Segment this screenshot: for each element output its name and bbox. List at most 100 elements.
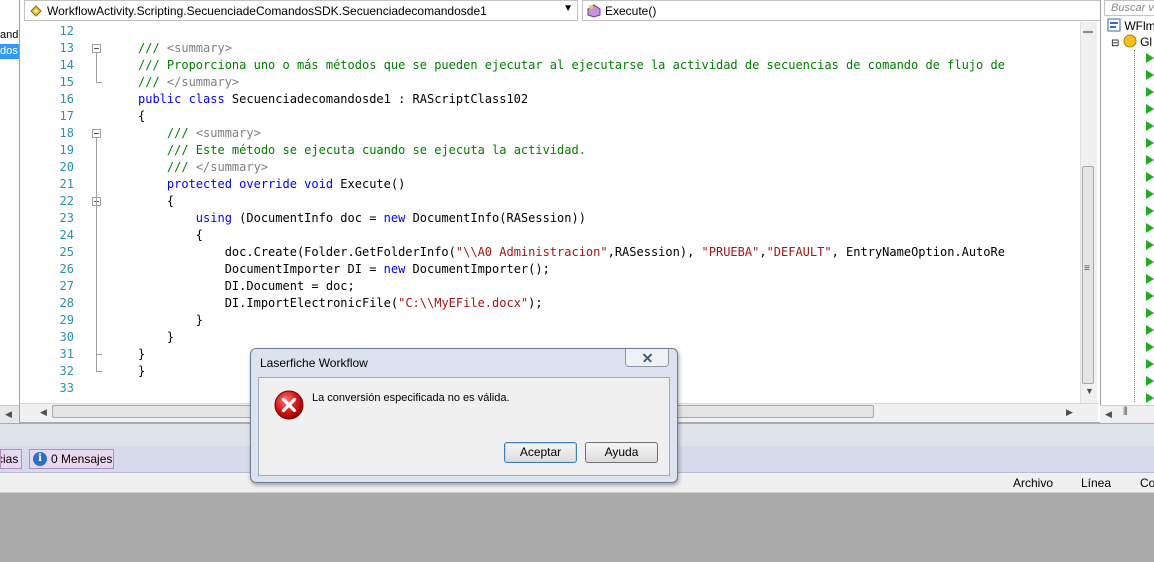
code-text: } (138, 363, 145, 380)
scroll-left-arrow-icon[interactable]: ◀ (1105, 409, 1112, 420)
code-text: /// Proporciona uno o más métodos que se… (138, 57, 1005, 74)
activity-play-icon[interactable] (1146, 155, 1154, 165)
collapse-icon[interactable] (92, 44, 101, 53)
warnings-tab[interactable]: cias (0, 449, 22, 469)
activity-play-icon[interactable] (1146, 376, 1154, 386)
collapse-icon[interactable] (92, 129, 101, 138)
code-line[interactable]: 15 /// </summary> (40, 74, 1100, 91)
code-line[interactable]: 25 doc.Create(Folder.GetFolderInfo("\\A0… (40, 244, 1100, 261)
line-number: 12 (59, 24, 74, 38)
left-panel: and dos (0, 0, 20, 422)
activity-play-icon[interactable] (1146, 342, 1154, 352)
class-icon (30, 5, 42, 17)
scroll-left-arrow-icon[interactable]: ◀ (5, 409, 12, 420)
code-token: { (138, 109, 146, 123)
scroll-right-arrow-icon[interactable]: ▶ (1066, 407, 1073, 418)
activity-play-icon[interactable] (1146, 359, 1154, 369)
class-selector[interactable]: WorkflowActivity.Scripting.SecuenciadeCo… (24, 0, 578, 21)
code-line[interactable]: 23 using (DocumentInfo doc = new Documen… (40, 210, 1100, 227)
line-number: 18 (59, 126, 74, 140)
code-area[interactable]: 12 13 /// <summary> 14 /// Proporciona uno o… (40, 22, 1100, 402)
code-token: /// (138, 41, 167, 55)
tree-root-label: WFlm (1124, 19, 1154, 33)
tree-node[interactable]: ⊟ Gl (1111, 34, 1152, 49)
code-token: /// (166, 126, 196, 140)
code-line[interactable]: 30 } (40, 329, 1100, 346)
collapse-icon[interactable]: ⊟ (1111, 38, 1119, 49)
code-line[interactable]: 12 (40, 23, 1100, 40)
code-text: /// <summary> (138, 125, 261, 142)
editor-vscroll-thumb[interactable]: ≡ (1082, 166, 1094, 384)
code-token: } (138, 330, 175, 344)
line-number: 14 (59, 58, 74, 72)
code-token: , EntryNameOption.AutoRe (831, 245, 1005, 259)
method-icon (587, 4, 601, 18)
left-panel-item-selected[interactable]: dos (0, 44, 19, 59)
code-line[interactable]: 20 /// </summary> (40, 159, 1100, 176)
code-token: using (195, 211, 240, 225)
code-text: public class Secuenciadecomandosde1 : RA… (138, 91, 528, 108)
activity-play-icon[interactable] (1146, 223, 1154, 233)
activity-play-icon[interactable] (1146, 240, 1154, 250)
messages-tab-label: 0 Mensajes (51, 452, 113, 466)
activity-play-icon[interactable] (1146, 104, 1154, 114)
code-token: </summary> (195, 160, 269, 174)
activity-play-icon[interactable] (1146, 274, 1154, 284)
line-number: 25 (59, 245, 74, 259)
code-line[interactable]: 18 /// <summary> (40, 125, 1100, 142)
left-panel-item[interactable]: and (0, 28, 18, 43)
activity-play-icon[interactable] (1146, 189, 1154, 199)
code-line[interactable]: 28 DI.ImportElectronicFile("C:\\MyEFile.… (40, 295, 1100, 312)
activity-play-icon[interactable] (1146, 138, 1154, 148)
activity-play-icon[interactable] (1146, 325, 1154, 335)
column-line[interactable]: Línea (1081, 476, 1111, 490)
code-line[interactable]: 26 DocumentImporter DI = new DocumentImp… (40, 261, 1100, 278)
warnings-tab-label: cias (1, 452, 19, 466)
line-number: 13 (59, 41, 74, 55)
code-line[interactable]: 13 /// <summary> (40, 40, 1100, 57)
activity-play-icon[interactable] (1146, 53, 1154, 63)
activity-play-icon[interactable] (1146, 70, 1154, 80)
chevron-down-icon[interactable]: ▼ (563, 3, 573, 14)
code-line[interactable]: 19 /// Este método se ejecuta cuando se … (40, 142, 1100, 159)
code-line[interactable]: 27 DI.Document = doc; (40, 278, 1100, 295)
toolbox-search-input[interactable]: Buscar v (1104, 0, 1154, 16)
code-token: DI.ImportElectronicFile( (138, 296, 399, 310)
code-line[interactable]: 21 protected override void Execute() (40, 176, 1100, 193)
activity-play-icon[interactable] (1146, 172, 1154, 182)
messages-tab[interactable]: i 0 Mensajes (29, 449, 114, 469)
activity-play-icon[interactable] (1146, 206, 1154, 216)
activity-play-icon[interactable] (1146, 291, 1154, 301)
code-text: { (138, 108, 145, 125)
code-line[interactable]: 29 } (40, 312, 1100, 329)
code-line[interactable]: 22 { (40, 193, 1100, 210)
left-panel-hscrollbar[interactable]: ◀ (0, 405, 19, 423)
activity-play-icon[interactable] (1146, 87, 1154, 97)
activity-play-icon[interactable] (1146, 393, 1154, 403)
method-selector[interactable]: Execute() ▼ (582, 0, 1118, 21)
help-button[interactable]: Ayuda (585, 442, 658, 463)
code-text: using (DocumentInfo doc = new DocumentIn… (138, 210, 586, 227)
scroll-left-arrow-icon[interactable]: ◀ (40, 407, 47, 418)
code-token: <summary> (166, 41, 232, 55)
splitter-icon[interactable] (1083, 23, 1093, 33)
ok-button[interactable]: Aceptar (504, 442, 577, 463)
code-line[interactable]: 17 { (40, 108, 1100, 125)
column-file[interactable]: Archivo (1013, 476, 1053, 490)
code-line[interactable]: 16 public class Secuenciadecomandosde1 : … (40, 91, 1100, 108)
scroll-down-arrow-icon[interactable]: ▼ (1085, 386, 1094, 396)
activity-play-icon[interactable] (1146, 308, 1154, 318)
activity-play-icon[interactable] (1146, 257, 1154, 267)
code-token: "C:\\MyEFile.docx" (398, 296, 529, 310)
close-icon[interactable] (625, 349, 669, 367)
info-icon: i (33, 452, 47, 466)
column-col[interactable]: Co (1140, 476, 1154, 490)
tree-root[interactable]: WFlm (1107, 18, 1154, 33)
activity-play-icon[interactable] (1146, 121, 1154, 131)
code-token: Secuenciadecomandosde1 : RAScriptClass10… (231, 92, 529, 106)
line-number: 29 (59, 313, 74, 327)
code-line[interactable]: 24 { (40, 227, 1100, 244)
outline-guide-end (96, 354, 102, 355)
toolbox-hscrollbar[interactable]: ◀ ⦀ (1100, 405, 1154, 423)
code-line[interactable]: 14 /// Proporciona uno o más métodos que … (40, 57, 1100, 74)
